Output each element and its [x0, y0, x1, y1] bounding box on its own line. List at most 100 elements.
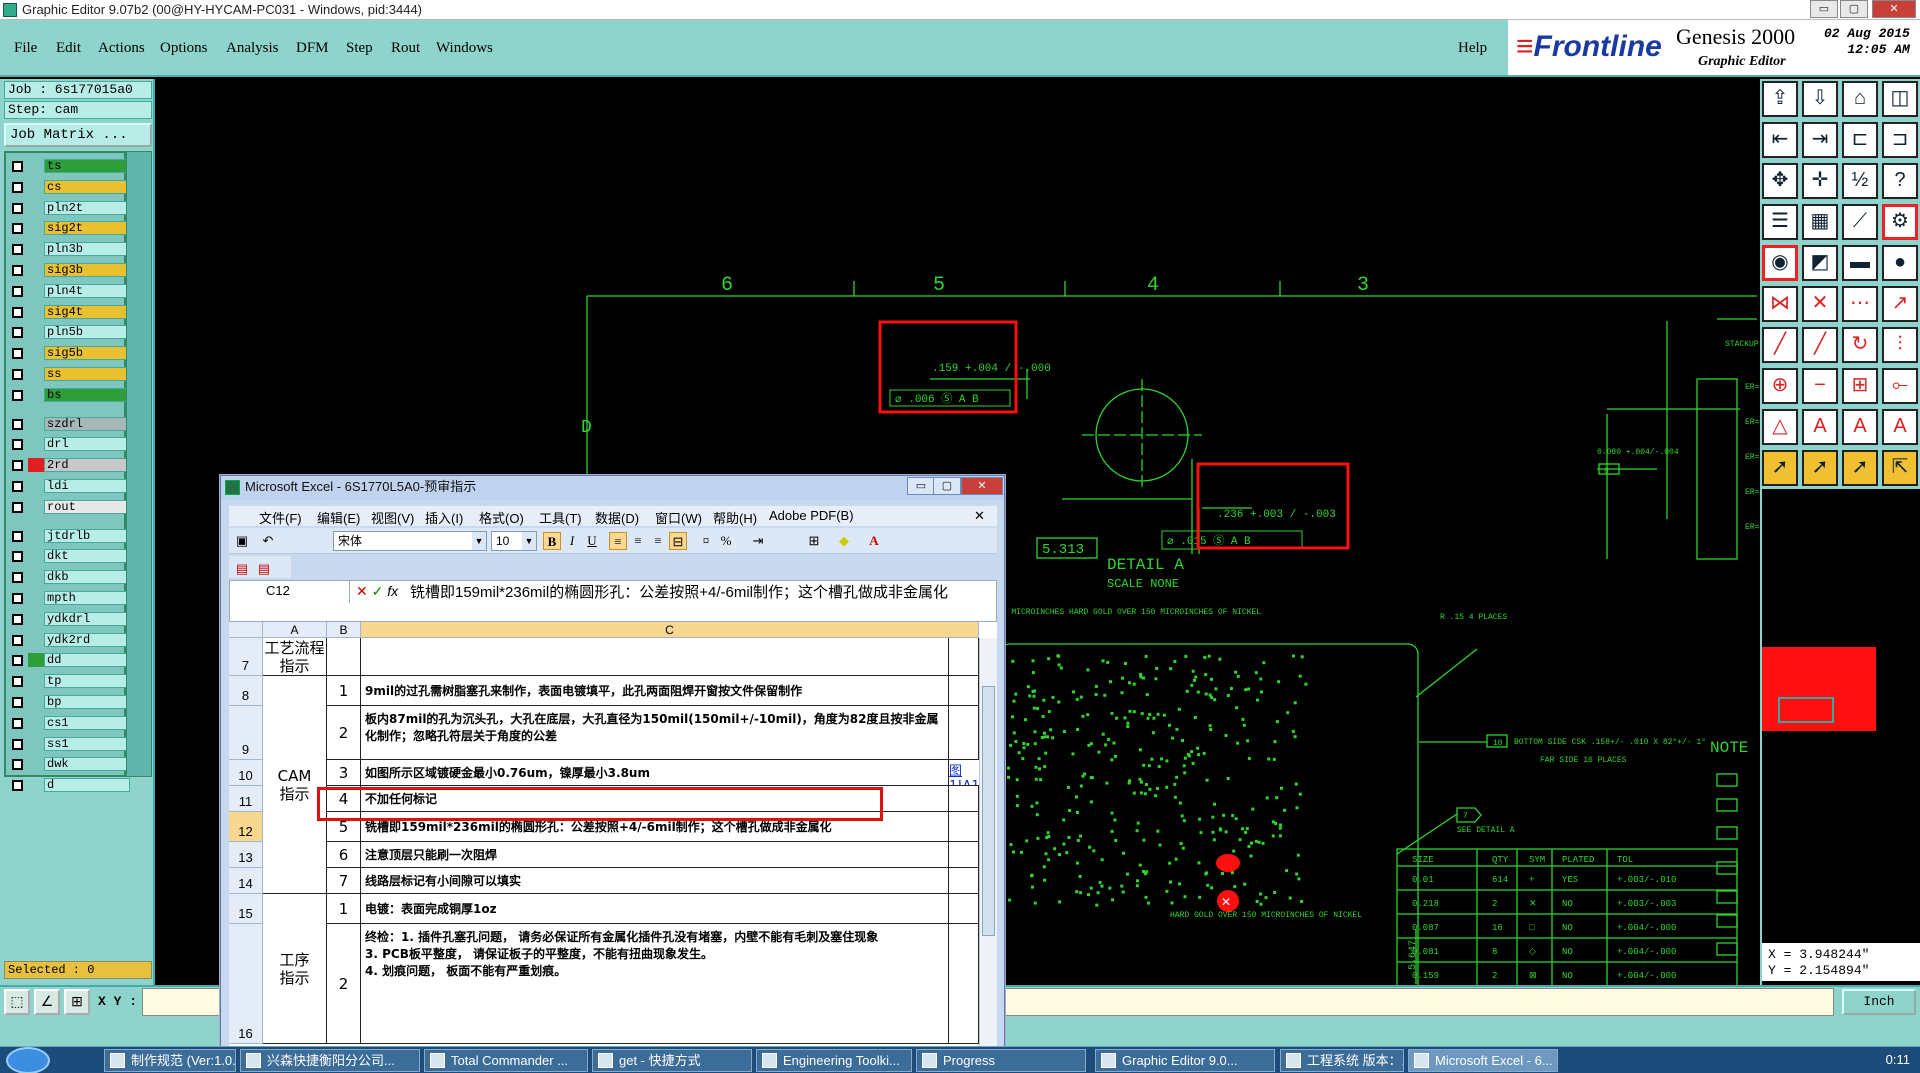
layer-checkbox[interactable]: [12, 530, 23, 542]
layer-name[interactable]: dkb: [44, 570, 130, 585]
cell-a-merged[interactable]: CAM 指示: [263, 676, 327, 894]
menu-file[interactable]: File: [14, 40, 37, 57]
formula-input[interactable]: 铣槽即159mil*236mil的椭圆形孔：公差按照+4/-6mil制作；这个槽…: [410, 583, 990, 602]
cell-b14[interactable]: 7: [327, 868, 361, 894]
layer-name[interactable]: drl: [44, 437, 130, 452]
properties-icon[interactable]: ⚙: [1882, 204, 1918, 240]
italic-icon[interactable]: I: [563, 532, 581, 550]
layer-row-dkt[interactable]: dkt: [10, 549, 130, 564]
menu-actions[interactable]: Actions: [98, 40, 145, 57]
layer-checkbox[interactable]: [12, 593, 23, 604]
add-pad-icon[interactable]: ⊕: [1762, 368, 1798, 404]
layer-name[interactable]: ss⇙: [44, 367, 135, 381]
layer-checkbox[interactable]: [12, 780, 23, 792]
xl-menu-format[interactable]: 格式(O): [479, 508, 524, 527]
pointer-move-icon[interactable]: ➚: [1842, 450, 1878, 486]
layer-name[interactable]: ss1: [44, 736, 130, 751]
cell-b16[interactable]: 2: [327, 924, 361, 1044]
mirror-icon[interactable]: ⫶: [1882, 327, 1918, 363]
row-header-7[interactable]: 7: [229, 638, 263, 676]
layer-row-dd[interactable]: dd: [10, 653, 130, 668]
cell-b9[interactable]: 2: [327, 706, 361, 760]
cell-c10[interactable]: 如图所示区域镀硬金最小0.76um，镍厚最小3.8um: [361, 760, 949, 786]
job-matrix-button[interactable]: Job Matrix ...: [4, 123, 152, 147]
layer-name[interactable]: 2rd≡: [44, 458, 135, 473]
row-header-9[interactable]: 9: [229, 706, 263, 760]
layer-name[interactable]: sig2t⇙: [44, 221, 135, 236]
layer-scrollbar[interactable]: [126, 151, 152, 777]
layer-checkbox[interactable]: [12, 181, 23, 193]
home-icon[interactable]: ⌂: [1842, 81, 1878, 117]
layer-name[interactable]: cs⇙: [44, 179, 135, 194]
snap-icon[interactable]: ⊏: [1842, 122, 1878, 158]
layer-row-drl[interactable]: drl: [10, 437, 130, 452]
menu-analysis[interactable]: Analysis: [226, 40, 279, 57]
row-header-8[interactable]: 8: [229, 676, 263, 706]
layer-name[interactable]: pln5b: [44, 325, 130, 340]
snap-grid-icon[interactable]: ⊞: [1842, 368, 1878, 404]
layer-name[interactable]: ydk2rd: [44, 632, 130, 647]
column-header-a[interactable]: A: [263, 622, 327, 638]
pointer-icon[interactable]: ➚: [1762, 450, 1798, 486]
taskbar-item[interactable]: get - 快捷方式: [592, 1049, 752, 1072]
xl-menu-file[interactable]: 文件(F): [259, 508, 302, 527]
font-color-icon[interactable]: A: [865, 532, 883, 550]
sheet-link[interactable]: 图1!A1: [949, 764, 980, 785]
ruler-icon[interactable]: ▬: [1842, 245, 1878, 281]
menu-step[interactable]: Step: [346, 40, 373, 57]
layer-name[interactable]: sig3b⇙: [44, 263, 135, 277]
cell-c15[interactable]: 电镀：表面完成铜厚1oz: [361, 894, 949, 924]
text-bold-icon[interactable]: A: [1842, 409, 1878, 445]
layer-checkbox[interactable]: [12, 439, 23, 451]
indent-icon[interactable]: ⇥: [749, 532, 767, 550]
cell-b10[interactable]: 3: [327, 760, 361, 786]
route-icon[interactable]: ⟜: [1882, 368, 1918, 404]
layer-checkbox[interactable]: [12, 327, 23, 339]
layer-checkbox[interactable]: [12, 697, 23, 708]
column-header-b[interactable]: B: [327, 622, 361, 638]
arc-icon[interactable]: ╱: [1802, 327, 1838, 363]
layer-checkbox[interactable]: [12, 306, 23, 318]
layer-row-sig2t[interactable]: sig2t⇙: [10, 221, 135, 236]
underline-icon[interactable]: U: [583, 532, 601, 550]
layer-row-pln3b[interactable]: pln3b: [10, 242, 130, 257]
cell-c16[interactable]: 终检：1. 插件孔塞孔问题， 请务必保证所有金属化插件孔没有堵塞，内壁不能有毛刺…: [361, 924, 949, 1044]
layer-name[interactable]: mpth: [44, 591, 130, 605]
line-icon[interactable]: ╱: [1762, 327, 1798, 363]
layer-name[interactable]: sig5b⇙: [44, 346, 135, 361]
menu-edit[interactable]: Edit: [56, 40, 81, 57]
row-header-11[interactable]: 11: [229, 786, 263, 812]
cell-d14[interactable]: [949, 868, 979, 894]
cell-c9[interactable]: 板内87mil的孔为沉头孔，大孔在底层，大孔直径为150mil(150mil+/…: [361, 706, 949, 760]
taskbar-item[interactable]: 制作规范 (Ver:1.0.5): [104, 1049, 236, 1072]
cell-d16[interactable]: [949, 924, 979, 1044]
layer-checkbox[interactable]: [12, 738, 23, 750]
layer-name[interactable]: jtdrlb: [44, 528, 130, 543]
triangle-icon[interactable]: △: [1762, 409, 1798, 445]
grid-icon[interactable]: ▦: [1802, 204, 1838, 240]
taskbar-item[interactable]: 工程系统 版本：1...: [1280, 1049, 1404, 1072]
layer-row-pln5b[interactable]: pln5b: [10, 325, 130, 340]
snap-mode-icon[interactable]: ⬚: [4, 989, 30, 1015]
cell-d8[interactable]: [949, 676, 979, 706]
edit-shape-icon[interactable]: ◩: [1802, 245, 1838, 281]
layer-name[interactable]: tp: [44, 674, 130, 689]
row-header-10[interactable]: 10: [229, 760, 263, 786]
layer-row-tp[interactable]: tp: [10, 674, 130, 689]
menu-dfm[interactable]: DFM: [296, 40, 329, 57]
close-button[interactable]: ✕: [1872, 0, 1916, 18]
xl-menu-view[interactable]: 视图(V): [371, 508, 414, 527]
font-name-select[interactable]: 宋体 ▼: [333, 531, 487, 551]
connect-icon[interactable]: ⋯: [1842, 286, 1878, 322]
layer-row-ss1[interactable]: ss1: [10, 736, 130, 751]
layer-name[interactable]: cs1: [44, 715, 130, 730]
cell-b8[interactable]: 1: [327, 676, 361, 706]
save-icon[interactable]: ▣: [233, 532, 251, 550]
circle-fill-icon[interactable]: ●: [1882, 245, 1918, 281]
pdf-mail-icon[interactable]: ▤: [255, 560, 273, 578]
layer-row-rout[interactable]: rout: [10, 499, 130, 514]
xl-menu-help[interactable]: 帮助(H): [713, 508, 757, 527]
cell-c14[interactable]: 线路层标记有小间隙可以填实: [361, 868, 949, 894]
layer-checkbox[interactable]: [12, 460, 23, 472]
delete-node-icon[interactable]: ✕: [1802, 286, 1838, 322]
